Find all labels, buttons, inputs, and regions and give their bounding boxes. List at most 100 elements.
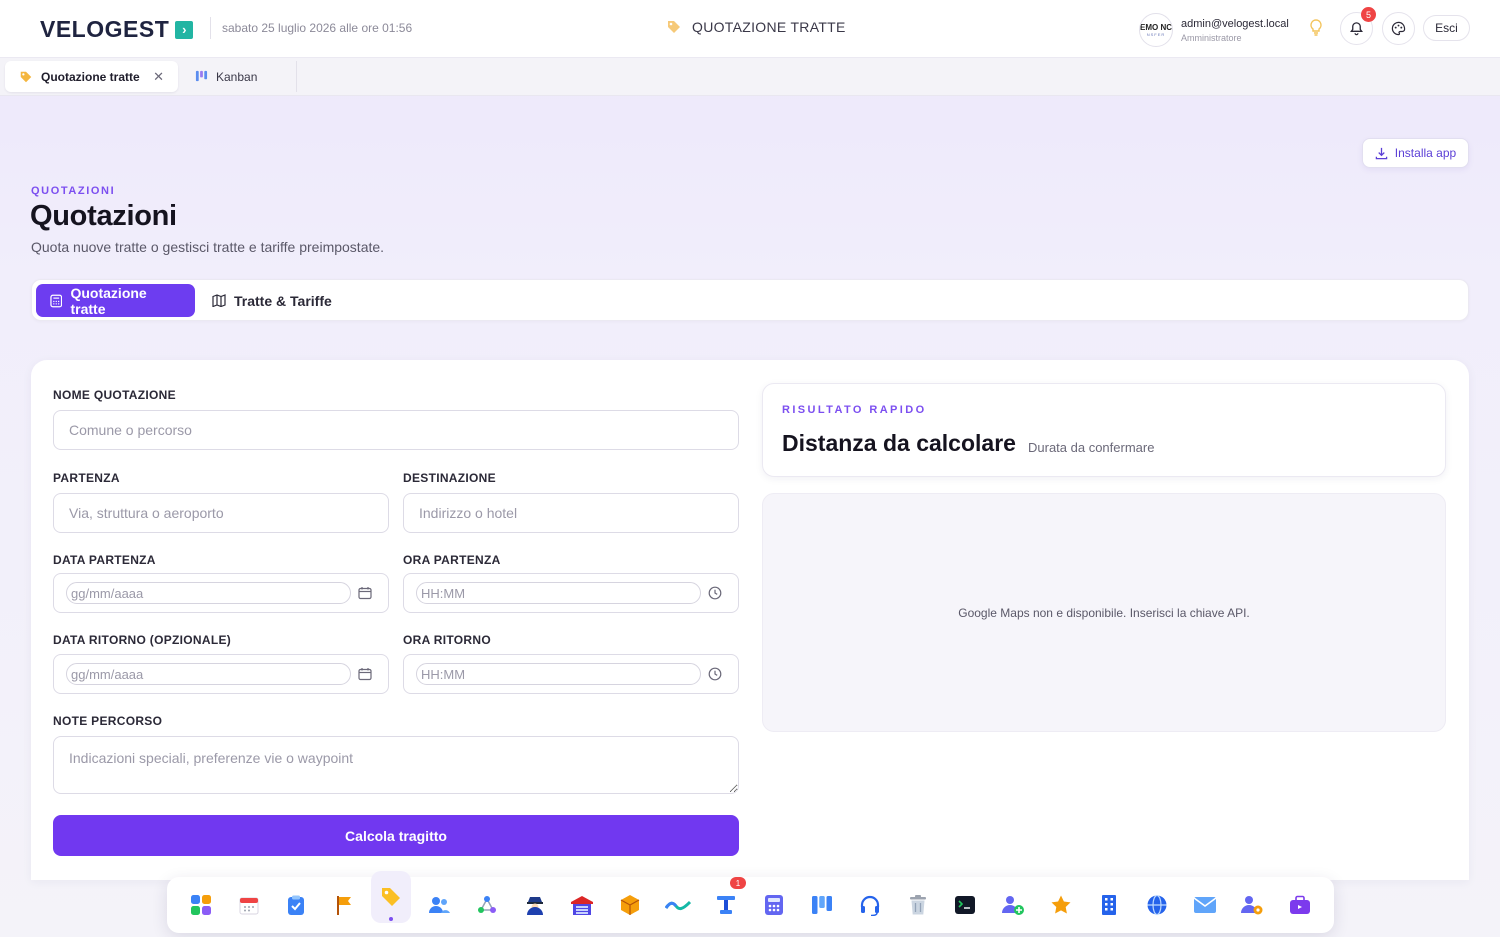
dock-users[interactable]: [419, 885, 459, 925]
name-label: NOME QUOTAZIONE: [53, 388, 176, 402]
dock-terminal[interactable]: [945, 885, 985, 925]
notifications-badge: 5: [1361, 7, 1376, 22]
close-icon[interactable]: ✕: [153, 69, 164, 85]
return-date-field: [53, 654, 389, 694]
kanban-icon: [812, 896, 832, 914]
from-input[interactable]: [53, 493, 389, 533]
dock-quotation[interactable]: [371, 871, 411, 923]
route-icon: [665, 900, 691, 911]
tab-quotazione-tratte[interactable]: Quotazione tratte ✕: [5, 61, 178, 92]
dock-calendar[interactable]: [229, 885, 269, 925]
dock-web[interactable]: [1137, 885, 1177, 925]
calendar-icon[interactable]: [358, 667, 372, 681]
name-input[interactable]: [53, 410, 739, 450]
calendar-icon[interactable]: [358, 586, 372, 600]
apps-grid-icon: [191, 895, 211, 915]
tag-icon: [382, 888, 400, 906]
page-eyebrow: QUOTAZIONI: [31, 185, 116, 197]
dock-favorites[interactable]: [1041, 885, 1081, 925]
user-menu[interactable]: EMO NC NSFER admin@velogest.local Ammini…: [1139, 13, 1289, 47]
dock-trash[interactable]: [898, 885, 938, 925]
map-icon: [212, 294, 226, 307]
to-input[interactable]: [403, 493, 739, 533]
mail-icon: [1193, 897, 1217, 913]
logout-button[interactable]: Esci: [1423, 15, 1470, 41]
transfers-badge: 1: [730, 877, 746, 889]
dock-mail[interactable]: [1185, 885, 1225, 925]
departure-time-input[interactable]: [416, 582, 701, 604]
notes-label: NOTE PERCORSO: [53, 714, 163, 728]
return-date-input[interactable]: [66, 663, 351, 685]
terminal-icon: [955, 896, 975, 914]
user-settings-icon: [1241, 896, 1263, 915]
clock-icon[interactable]: [708, 667, 722, 681]
dock-network[interactable]: [467, 885, 507, 925]
return-time-input[interactable]: [416, 663, 701, 685]
avatar: EMO NC NSFER: [1139, 13, 1173, 47]
section-tabs: Quotazione tratte Tratte & Tariffe: [31, 279, 1469, 321]
agent-icon: [527, 897, 543, 915]
logo-mark-icon: ›: [175, 20, 194, 39]
avatar-line-1: EMO NC: [1140, 22, 1172, 32]
result-distance: Distanza da calcolare: [782, 430, 1016, 456]
dock-add-user[interactable]: [993, 885, 1033, 925]
avatar-line-2: NSFER: [1146, 31, 1166, 37]
tab-tratte-tariffe[interactable]: Tratte & Tariffe: [212, 284, 332, 317]
theme-button[interactable]: [1382, 12, 1415, 45]
trash-icon: [910, 895, 926, 915]
install-app-button[interactable]: Installa app: [1362, 138, 1469, 168]
bell-icon: [1350, 22, 1363, 36]
page-title: Quotazioni: [30, 200, 177, 232]
calendar-icon: [239, 897, 259, 915]
tab-kanban[interactable]: Kanban: [181, 61, 297, 92]
app-dock: 1: [167, 871, 1334, 933]
to-label: DESTINAZIONE: [403, 471, 496, 485]
flag-icon: [337, 896, 351, 915]
user-info: admin@velogest.local Amministratore: [1181, 18, 1289, 43]
clock-icon[interactable]: [708, 586, 722, 600]
calculator-icon: [50, 294, 63, 307]
briefcase-icon: [1290, 895, 1310, 914]
dock-apps[interactable]: [181, 885, 221, 925]
dock-kanban[interactable]: [802, 885, 842, 925]
download-icon: [1375, 147, 1388, 159]
star-icon: [1051, 895, 1071, 914]
departure-time-field: [403, 573, 739, 613]
logo-text: VELOGEST: [40, 16, 170, 42]
logo[interactable]: VELOGEST ›: [40, 16, 194, 43]
quotation-card: NOME QUOTAZIONE PARTENZA DESTINAZIONE DA…: [31, 360, 1469, 880]
dock-garage[interactable]: [562, 885, 602, 925]
notifications-button[interactable]: 5: [1340, 7, 1376, 45]
dock-user-settings[interactable]: [1232, 885, 1272, 925]
dock-transfers[interactable]: 1: [706, 877, 746, 925]
result-duration: Durata da confermare: [1028, 440, 1155, 455]
active-dot: [389, 917, 393, 921]
section-tab-label: Quotazione tratte: [70, 284, 147, 317]
map-message: Google Maps non e disponibile. Inserisci…: [958, 605, 1250, 620]
tag-icon: [668, 21, 680, 33]
dock-support[interactable]: [850, 885, 890, 925]
dock-routes[interactable]: [658, 885, 698, 925]
departure-date-input[interactable]: [66, 582, 351, 604]
garage-icon: [571, 896, 593, 915]
dock-calculator[interactable]: [754, 885, 794, 925]
tab-quotazione[interactable]: Quotazione tratte: [36, 284, 195, 317]
header-datetime: sabato 25 luglio 2026 alle ore 01:56: [222, 21, 413, 35]
lightbulb-icon[interactable]: [1308, 18, 1324, 38]
dock-tasks[interactable]: [276, 885, 316, 925]
departure-date-field: [53, 573, 389, 613]
add-user-icon: [1002, 896, 1024, 915]
users-icon: [429, 897, 450, 913]
header-divider: [210, 17, 211, 39]
dock-packages[interactable]: [610, 885, 650, 925]
calculate-route-button[interactable]: Calcola tragitto: [53, 815, 739, 856]
notes-textarea[interactable]: [53, 736, 739, 794]
dock-companies[interactable]: [1089, 885, 1129, 925]
dock-briefcase[interactable]: [1280, 885, 1320, 925]
transfer-icon: [717, 896, 735, 914]
kanban-icon: [195, 70, 208, 82]
globe-icon: [1147, 894, 1167, 916]
dock-agents[interactable]: [515, 885, 555, 925]
departure-time-label: ORA PARTENZA: [403, 553, 501, 567]
dock-flag[interactable]: [324, 885, 364, 925]
